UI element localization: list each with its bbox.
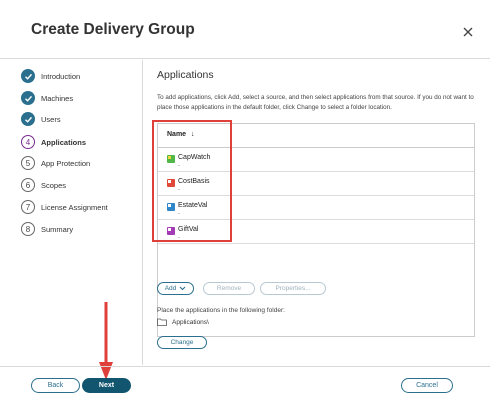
step-label: Applications [41,137,87,147]
dialog-footer: Back Next Cancel [0,366,490,402]
step-label: License Assignment [41,202,108,212]
chevron-down-icon [179,286,186,291]
folder-label: Place the applications in the following … [157,307,285,314]
check-icon [21,91,35,105]
step-applications[interactable]: 4 Applications [21,134,86,150]
step-introduction[interactable]: Introduction [21,68,80,84]
page-description: To add applications, click Add, select a… [157,94,474,111]
step-number: 6 [21,178,35,192]
step-number: 5 [21,156,35,170]
add-label: Add [164,285,177,292]
step-license-assignment[interactable]: 7 License Assignment [21,199,108,215]
step-users[interactable]: Users [21,111,61,127]
step-machines[interactable]: Machines [21,90,73,106]
step-label: Summary [41,224,74,234]
remove-button[interactable]: Remove [203,282,255,295]
step-number: 4 [21,135,35,149]
highlight-box [152,120,232,242]
step-label: App Protection [41,158,91,168]
page-title: Applications [157,69,214,81]
dialog-title: Create Delivery Group [31,21,195,38]
check-icon [21,69,35,83]
step-number: 8 [21,222,35,236]
folder-path: Applications\ [172,318,209,326]
step-label: Scopes [41,180,67,190]
folder-location: Applications\ [157,318,209,326]
close-icon[interactable] [461,25,475,39]
wizard-steps: Introduction Machines Users 4 Applicatio… [0,60,143,365]
properties-button[interactable]: Properties... [260,282,326,295]
step-label: Introduction [41,71,81,81]
back-button[interactable]: Back [31,378,80,393]
step-label: Users [41,114,61,124]
step-app-protection[interactable]: 5 App Protection [21,155,90,171]
add-button[interactable]: Add [157,282,194,295]
step-label: Machines [41,93,74,103]
dialog-header: Create Delivery Group [0,0,490,59]
step-number: 7 [21,200,35,214]
next-button[interactable]: Next [82,378,131,393]
step-summary[interactable]: 8 Summary [21,221,73,237]
step-scopes[interactable]: 6 Scopes [21,177,66,193]
cancel-button[interactable]: Cancel [401,378,453,393]
check-icon [21,112,35,126]
folder-icon [157,318,167,326]
change-button[interactable]: Change [157,336,207,349]
